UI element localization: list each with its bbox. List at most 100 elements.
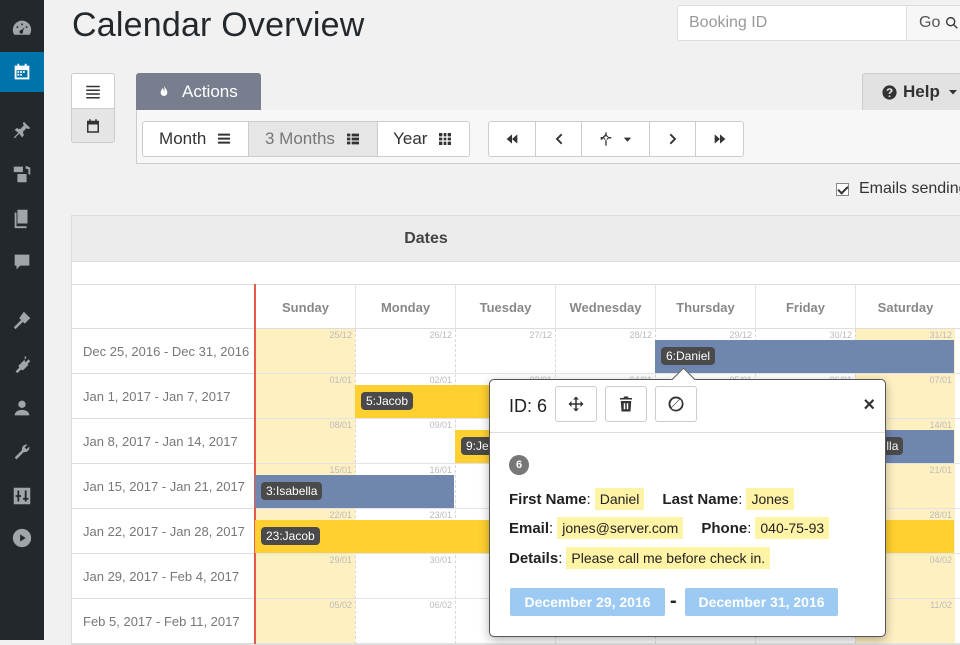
date-from-pill: December 29, 2016 <box>510 588 665 616</box>
day-cell-date: 30/12 <box>829 330 852 340</box>
year-view-button[interactable]: Year <box>378 122 469 156</box>
emails-sending-label: Emails sending <box>859 180 960 197</box>
day-cell-date: 30/01 <box>429 555 452 565</box>
delete-booking-button[interactable] <box>605 386 647 422</box>
ban-icon <box>668 396 684 412</box>
next-button[interactable] <box>650 122 696 156</box>
today-dropdown-button[interactable] <box>582 122 650 156</box>
go-button[interactable]: Go <box>906 6 960 40</box>
view-toggle <box>71 73 115 143</box>
move-icon <box>568 396 584 412</box>
fast-backward-icon <box>506 134 518 144</box>
today-marker <box>254 284 256 644</box>
day-cell-date: 08/01 <box>329 420 352 430</box>
email-value: jones@server.com <box>557 517 684 539</box>
day-cell-date: 27/12 <box>529 330 552 340</box>
fast-forward-icon <box>714 134 725 144</box>
booking-label: 5:Jacob <box>361 392 414 410</box>
week-row-label: Jan 1, 2017 - Jan 7, 2017 <box>72 374 254 419</box>
details-label: Details <box>509 549 559 567</box>
weekday-header-saturday: Saturday <box>855 285 955 329</box>
weekday-header-sunday: Sunday <box>255 285 355 329</box>
view-mode-group: Month 3 Months Year <box>142 121 470 157</box>
emails-sending-option[interactable]: Emails sending <box>836 180 960 198</box>
list-view-button[interactable] <box>72 74 114 108</box>
pin-icon[interactable] <box>0 110 44 150</box>
tab-actions[interactable]: Actions <box>136 73 261 110</box>
booking-bar[interactable]: 6:Daniel <box>655 340 954 373</box>
booking-label: 6:Daniel <box>661 347 716 365</box>
users-icon[interactable] <box>0 388 44 428</box>
week-row-label: Jan 29, 2017 - Feb 4, 2017 <box>72 554 254 599</box>
day-cell-date: 16/01 <box>429 465 452 475</box>
day-cell-date: 31/12 <box>929 330 952 340</box>
search-icon <box>946 17 959 29</box>
crosshairs-icon <box>600 132 612 146</box>
phone-label: Phone <box>701 519 748 537</box>
day-cell-date: 06/02 <box>429 600 452 610</box>
weekday-header-row: Sunday Monday Tuesday Wednesday Thursday Frid… <box>72 284 960 329</box>
popover-header: ID: 6 × <box>490 380 885 433</box>
details-row: Details: Please call me before check in. <box>509 547 771 569</box>
weekday-header-tuesday: Tuesday <box>455 285 555 329</box>
day-cell-date: 29/12 <box>729 330 752 340</box>
go-label: Go <box>919 14 941 31</box>
tab-actions-label: Actions <box>182 81 238 101</box>
booking-search: Go <box>677 5 960 41</box>
day-cell-date: 09/01 <box>429 420 452 430</box>
settings-icon[interactable] <box>0 476 44 516</box>
booking-bar[interactable]: 3:Isabella <box>255 475 454 508</box>
list-icon <box>218 133 231 144</box>
fast-backward-button[interactable] <box>489 122 536 156</box>
date-to-pill: December 31, 2016 <box>685 588 838 616</box>
day-cell-date: 26/12 <box>429 330 452 340</box>
media-icon[interactable] <box>0 154 44 194</box>
plugins-icon[interactable] <box>0 344 44 384</box>
booking-id-label: ID: 6 <box>509 396 548 416</box>
tab-help[interactable]: Help <box>862 73 960 110</box>
pages-icon[interactable] <box>0 198 44 238</box>
dates-header-label: Dates <box>404 229 448 247</box>
grid-icon <box>439 133 452 145</box>
close-icon[interactable]: × <box>863 394 875 417</box>
cancel-booking-button[interactable] <box>655 386 697 422</box>
calendar-view-button[interactable] <box>72 108 114 142</box>
booking-badge: 6 <box>509 455 529 475</box>
fast-forward-button[interactable] <box>696 122 743 156</box>
month-label: Month <box>159 129 207 148</box>
details-value: Please call me before check in. <box>566 547 771 569</box>
week-row-label: Jan 22, 2017 - Jan 28, 2017 <box>72 509 254 554</box>
day-cell-date: 23/01 <box>429 510 452 520</box>
contact-row: Email: jones@server.com Phone: 040-75-93 <box>509 517 830 539</box>
appearance-icon[interactable] <box>0 300 44 340</box>
move-booking-button[interactable] <box>555 386 597 422</box>
chevron-left-icon <box>555 133 562 145</box>
navigation-group <box>488 121 744 157</box>
caret-down-icon <box>623 137 632 142</box>
calendar-icon <box>87 119 99 133</box>
caret-down-icon <box>948 90 957 95</box>
comments-icon[interactable] <box>0 242 44 282</box>
dashboard-icon[interactable] <box>0 8 44 48</box>
booking-popover: ID: 6 × 6 First Name: Daniel Last Name: … <box>489 367 886 637</box>
day-cell-date: 28/12 <box>629 330 652 340</box>
emails-sending-checkbox[interactable] <box>836 182 849 196</box>
fire-icon <box>160 84 168 96</box>
tools-icon[interactable] <box>0 432 44 472</box>
previous-button[interactable] <box>536 122 582 156</box>
email-label: Email <box>509 519 550 537</box>
calendar-icon[interactable] <box>0 52 44 92</box>
day-cell-date: 22/01 <box>329 510 352 520</box>
booking-id-input[interactable] <box>678 6 906 40</box>
question-circle-icon <box>882 84 897 100</box>
column-divider <box>455 329 456 644</box>
month-view-button[interactable]: Month <box>143 122 250 156</box>
first-name-label: First Name <box>509 490 587 508</box>
page-title: Calendar Overview <box>72 6 365 44</box>
weekday-header-friday: Friday <box>755 285 855 329</box>
three-months-view-button[interactable]: 3 Months <box>249 122 378 156</box>
trash-icon <box>620 396 632 412</box>
last-name-value: Jones <box>746 488 794 510</box>
play-icon[interactable] <box>0 518 44 558</box>
week-row-label: Jan 8, 2017 - Jan 14, 2017 <box>72 419 254 464</box>
